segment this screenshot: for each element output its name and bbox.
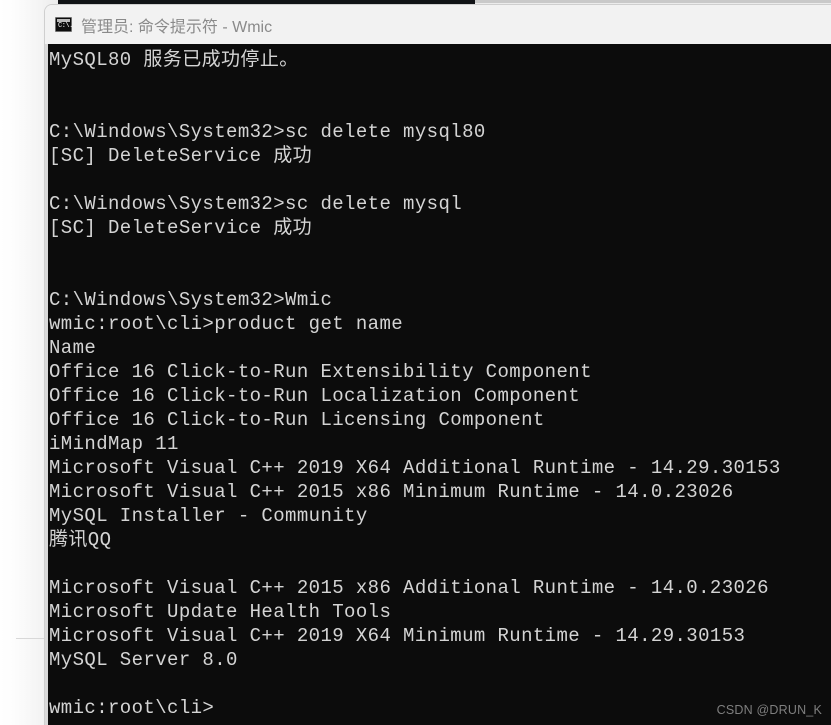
terminal-left-edge — [45, 44, 48, 725]
command-prompt-window[interactable]: C:\. 管理员: 命令提示符 - Wmic MySQL80 服务已成功停止。 … — [44, 4, 831, 725]
terminal-line: Name — [49, 337, 97, 359]
console-app-icon-glyph: C:\. — [58, 22, 73, 30]
terminal-line: Microsoft Visual C++ 2019 X64 Minimum Ru… — [49, 625, 746, 647]
window-titlebar[interactable]: C:\. 管理员: 命令提示符 - Wmic — [45, 5, 831, 44]
terminal-line: wmic:root\cli> — [49, 697, 215, 719]
terminal-line: Microsoft Update Health Tools — [49, 601, 392, 623]
terminal-line: C:\Windows\System32>sc delete mysql — [49, 193, 463, 215]
console-app-icon: C:\. — [55, 17, 73, 32]
terminal-line: Microsoft Visual C++ 2015 x86 Minimum Ru… — [49, 481, 734, 503]
terminal-line: Office 16 Click-to-Run Extensibility Com… — [49, 361, 592, 383]
terminal-line: [SC] DeleteService 成功 — [49, 217, 313, 239]
background-window-edge — [475, 0, 831, 3]
terminal-output-area[interactable]: MySQL80 服务已成功停止。 C:\Windows\System32>sc … — [45, 44, 831, 725]
terminal-line: MySQL80 服务已成功停止。 — [49, 49, 299, 71]
watermark-label: CSDN @DRUN_K — [716, 703, 822, 717]
terminal-line: C:\Windows\System32>Wmic — [49, 289, 333, 311]
terminal-line: Microsoft Visual C++ 2015 x86 Additional… — [49, 577, 769, 599]
terminal-line: Office 16 Click-to-Run Licensing Compone… — [49, 409, 545, 431]
terminal-line: 腾讯QQ — [49, 529, 112, 551]
terminal-line: wmic:root\cli>product get name — [49, 313, 404, 335]
terminal-line: MySQL Installer - Community — [49, 505, 368, 527]
terminal-line: iMindMap 11 — [49, 433, 179, 455]
terminal-text-content: MySQL80 服务已成功停止。 C:\Windows\System32>sc … — [45, 44, 831, 720]
window-title: 管理员: 命令提示符 - Wmic — [81, 18, 273, 36]
terminal-line: MySQL Server 8.0 — [49, 649, 238, 671]
terminal-line: Office 16 Click-to-Run Localization Comp… — [49, 385, 581, 407]
terminal-line: [SC] DeleteService 成功 — [49, 145, 313, 167]
terminal-line: C:\Windows\System32>sc delete mysql80 — [49, 121, 486, 143]
terminal-line: Microsoft Visual C++ 2019 X64 Additional… — [49, 457, 781, 479]
